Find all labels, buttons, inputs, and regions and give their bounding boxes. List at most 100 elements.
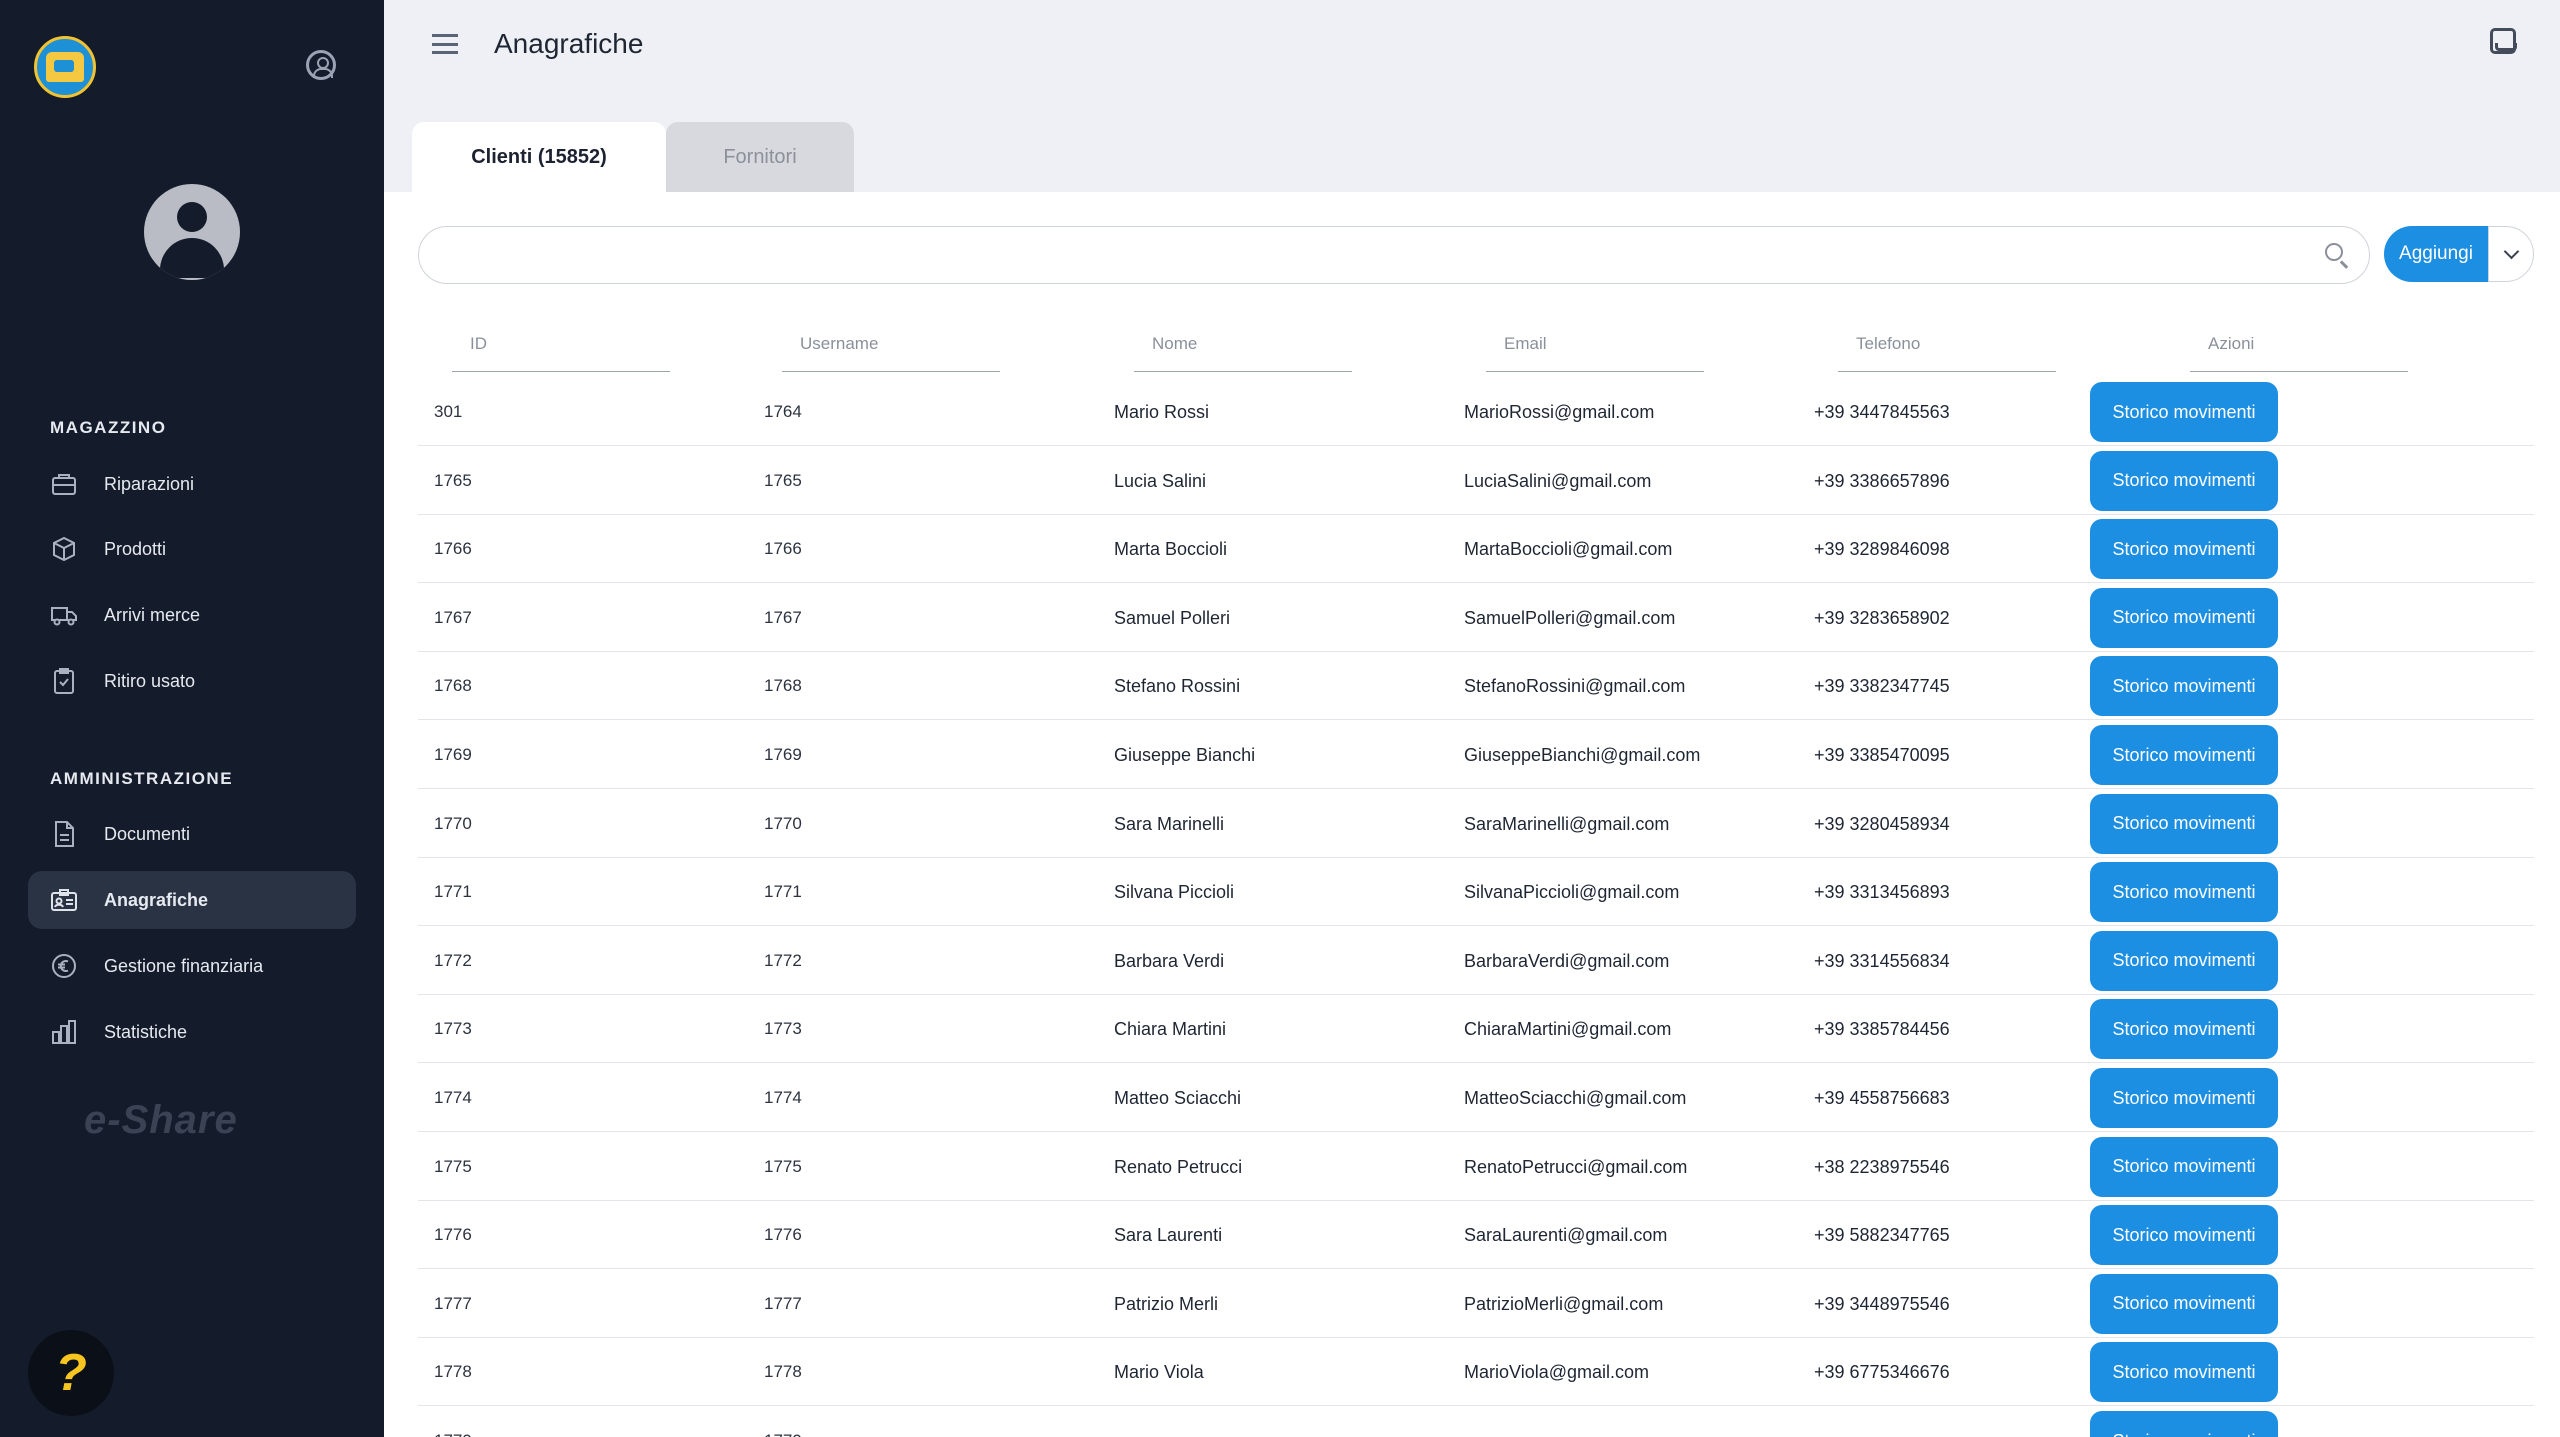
- table-row[interactable]: 1774 1774 Matteo Sciacchi MatteoSciacchi@gm…: [418, 1064, 2534, 1132]
- user-circle-icon[interactable]: [306, 50, 336, 80]
- storico-movimenti-button[interactable]: Storico movimenti: [2090, 1342, 2278, 1403]
- cell-telefono: +39 4558756683: [1814, 1088, 1950, 1108]
- sidebar-item-label: Prodotti: [104, 538, 167, 559]
- sidebar-item-label: Anagrafiche: [104, 889, 209, 910]
- sidebar-item-gestione-finanziaria[interactable]: Gestione finanziaria: [28, 937, 356, 995]
- sidebar-item-ritiro-usato[interactable]: Ritiro usato: [28, 652, 356, 710]
- table-row[interactable]: 1770 1770 Sara Marinelli SaraMarinelli@gmai…: [418, 790, 2534, 858]
- sidebar-item-prodotti[interactable]: Prodotti: [28, 520, 356, 578]
- table-row[interactable]: 1779 1779 Storico movimenti: [418, 1407, 2534, 1437]
- column-header-telefono[interactable]: Telefono: [1838, 324, 2056, 372]
- table-row[interactable]: 1776 1776 Sara Laurenti SaraLaurenti@gmail.…: [418, 1201, 2534, 1270]
- table-row[interactable]: 301 1764 Mario Rossi MarioRossi@gmail.com +3…: [418, 378, 2534, 446]
- cell-nome: Chiara Martini: [1114, 1019, 1227, 1040]
- column-header-email[interactable]: Email: [1486, 324, 1704, 372]
- table-row[interactable]: 1778 1778 Mario Viola MarioViola@gmail.com +…: [418, 1338, 2534, 1407]
- storico-movimenti-button[interactable]: Storico movimenti: [2090, 793, 2278, 854]
- add-dropdown-chevron-down-icon[interactable]: [2488, 226, 2534, 282]
- sidebar-item-documenti[interactable]: Documenti: [28, 805, 356, 863]
- cell-username: 1767: [764, 607, 802, 627]
- cell-nome: Stefano Rossini: [1114, 676, 1241, 697]
- cell-nome: Mario Rossi: [1114, 402, 1210, 422]
- cell-id: 1776: [434, 1225, 472, 1245]
- cell-nome: Giuseppe Bianchi: [1114, 745, 1256, 765]
- storico-movimenti-button[interactable]: Storico movimenti: [2090, 862, 2278, 923]
- app-logo[interactable]: [34, 36, 96, 98]
- euro-icon: [50, 952, 78, 980]
- column-header-username[interactable]: Username: [782, 324, 1000, 372]
- storico-movimenti-button[interactable]: Storico movimenti: [2090, 1205, 2278, 1266]
- cell-telefono: +39 3313456893: [1814, 882, 1950, 903]
- storico-movimenti-button[interactable]: Storico movimenti: [2090, 587, 2278, 648]
- hamburger-menu-icon[interactable]: [432, 34, 458, 54]
- cell-username: 1776: [764, 1225, 802, 1245]
- cell-nome: Samuel Polleri: [1114, 607, 1231, 628]
- tab-fornitori[interactable]: Fornitori: [666, 122, 854, 192]
- sidebar-item-riparazioni[interactable]: Riparazioni: [28, 455, 356, 513]
- cell-id: 1777: [434, 1293, 472, 1313]
- storico-movimenti-button[interactable]: Storico movimenti: [2090, 999, 2278, 1060]
- sidebar-item-statistiche[interactable]: Statistiche: [28, 1003, 356, 1061]
- sidebar-item-arrivi-merce[interactable]: Arrivi merce: [28, 586, 356, 644]
- storico-movimenti-button[interactable]: Storico movimenti: [2090, 1068, 2278, 1128]
- cell-username: 1764: [764, 402, 802, 421]
- cell-username: 1778: [764, 1362, 802, 1382]
- cell-username: 1768: [764, 676, 802, 696]
- cell-email: MatteoSciacchi@gmail.com: [1464, 1088, 1687, 1108]
- help-icon: ?: [55, 1344, 87, 1402]
- column-header-id[interactable]: ID: [452, 324, 670, 372]
- table-row[interactable]: 1773 1773 Chiara Martini ChiaraMartini@gmai…: [418, 995, 2534, 1064]
- help-button[interactable]: ?: [28, 1330, 114, 1416]
- cell-username: 1769: [764, 745, 802, 764]
- storico-movimenti-button[interactable]: Storico movimenti: [2090, 1136, 2278, 1197]
- storico-movimenti-button[interactable]: Storico movimenti: [2090, 930, 2278, 991]
- main-panel: Aggiungi ID Username Nome Email Telefono…: [384, 192, 2560, 1437]
- table-row[interactable]: 1771 1771 Silvana Piccioli SilvanaPiccioli@…: [418, 858, 2534, 927]
- storico-movimenti-button[interactable]: Storico movimenti: [2090, 450, 2278, 511]
- table-row[interactable]: 1777 1777 Patrizio Merli PatrizioMerli@gmai…: [418, 1270, 2534, 1338]
- cell-telefono: +39 3314556834: [1814, 950, 1950, 971]
- avatar: [144, 184, 240, 280]
- storico-movimenti-button[interactable]: Storico movimenti: [2090, 519, 2278, 580]
- cell-email: BarbaraVerdi@gmail.com: [1464, 950, 1670, 971]
- search-input[interactable]: [419, 227, 2369, 283]
- inbox-icon[interactable]: [2490, 28, 2517, 54]
- table-row[interactable]: 1769 1769 Giuseppe Bianchi GiuseppeBianchi@…: [418, 721, 2534, 789]
- section-title-magazzino: MAGAZZINO: [50, 418, 167, 437]
- storico-movimenti-button[interactable]: Storico movimenti: [2090, 725, 2278, 785]
- cell-nome: Mario Viola: [1114, 1362, 1204, 1383]
- storico-movimenti-button[interactable]: Storico movimenti: [2090, 1273, 2278, 1334]
- sidebar-item-anagrafiche[interactable]: Anagrafiche: [28, 871, 356, 929]
- table-row[interactable]: 1766 1766 Marta Boccioli MartaBoccioli@gmai…: [418, 515, 2534, 584]
- cell-email: MarioViola@gmail.com: [1464, 1362, 1650, 1383]
- table-row[interactable]: 1765 1765 Lucia Salini LuciaSalini@gmail.co…: [418, 447, 2534, 515]
- cell-telefono: +39 3447845563: [1814, 402, 1950, 422]
- table-row[interactable]: 1775 1775 Renato Petrucci RenatoPetrucci@gm…: [418, 1133, 2534, 1201]
- cell-username: 1777: [764, 1293, 802, 1313]
- cell-email: PatrizioMerli@gmail.com: [1464, 1293, 1664, 1314]
- cell-nome: Lucia Salini: [1114, 470, 1207, 491]
- storico-movimenti-button[interactable]: Storico movimenti: [2090, 656, 2278, 717]
- sidebar: MAGAZZINO Riparazioni Prodotti Arrivi me…: [0, 0, 384, 1437]
- cell-email: MarioRossi@gmail.com: [1464, 402, 1655, 422]
- cell-telefono: +39 3385470095: [1814, 745, 1950, 765]
- table-row[interactable]: 1768 1768 Stefano Rossini StefanoRossini@gm…: [418, 652, 2534, 721]
- truck-icon: [50, 601, 78, 629]
- cell-id: 1768: [434, 676, 472, 696]
- storico-movimenti-button[interactable]: Storico movimenti: [2090, 382, 2278, 442]
- cell-id: 1769: [434, 745, 472, 764]
- table-row[interactable]: 1767 1767 Samuel Polleri SamuelPolleri@gmai…: [418, 584, 2534, 652]
- table-row[interactable]: 1772 1772 Barbara Verdi BarbaraVerdi@gmail.…: [418, 927, 2534, 995]
- cell-id: 1773: [434, 1019, 472, 1039]
- cell-email: RenatoPetrucci@gmail.com: [1464, 1156, 1688, 1177]
- add-button[interactable]: Aggiungi: [2384, 226, 2488, 282]
- cell-email: SilvanaPiccioli@gmail.com: [1464, 882, 1680, 903]
- cell-username: 1773: [764, 1019, 802, 1039]
- column-header-nome[interactable]: Nome: [1134, 324, 1352, 372]
- sidebar-item-label: Arrivi merce: [104, 604, 201, 625]
- storico-movimenti-button[interactable]: Storico movimenti: [2090, 1411, 2278, 1437]
- cell-id: 1775: [434, 1156, 472, 1176]
- search-icon[interactable]: [2325, 243, 2343, 261]
- id-card-icon: [50, 886, 78, 914]
- tab-clienti[interactable]: Clienti (15852): [412, 122, 666, 192]
